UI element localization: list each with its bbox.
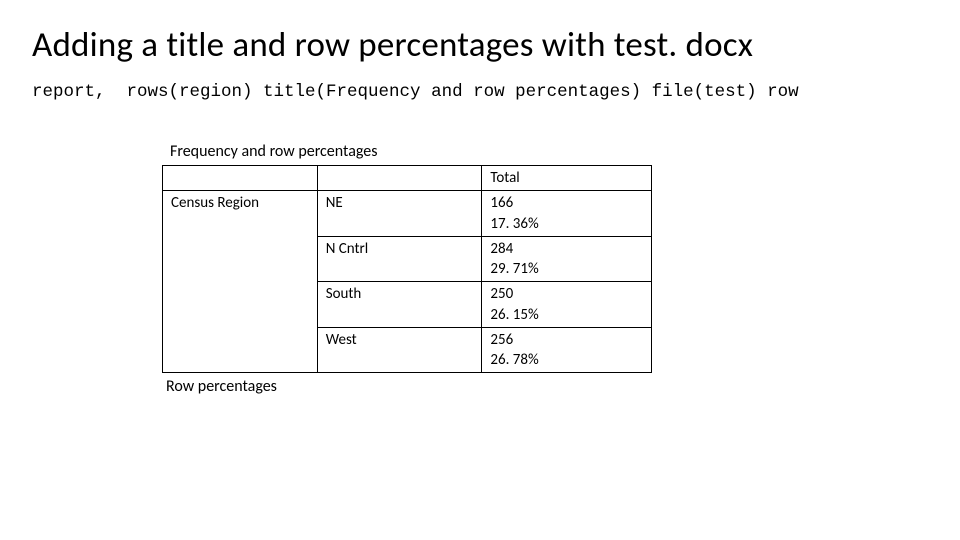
region-label: N Cntrl [317, 236, 482, 282]
region-values: 250 26. 15% [482, 282, 652, 328]
pct-value: 26. 15% [490, 306, 538, 324]
region-label: West [317, 327, 482, 373]
pct-value: 29. 71% [490, 260, 538, 278]
region-label: South [317, 282, 482, 328]
row-group-header: Census Region [163, 191, 318, 373]
region-values: 284 29. 71% [482, 236, 652, 282]
sub-header-blank [317, 166, 482, 191]
region-values: 256 26. 78% [482, 327, 652, 373]
region-label: NE [317, 191, 482, 237]
table-title: Frequency and row percentages [162, 142, 652, 161]
page-title: Adding a title and row percentages with … [32, 24, 928, 66]
count-value: 284 [490, 240, 513, 258]
table-row: Total [163, 166, 652, 191]
row-header-blank [163, 166, 318, 191]
count-value: 250 [490, 285, 513, 303]
table-footnote: Row percentages [162, 377, 652, 396]
pct-value: 17. 36% [490, 215, 538, 233]
count-value: 256 [490, 331, 513, 349]
pct-value: 26. 78% [490, 351, 538, 369]
total-header: Total [482, 166, 652, 191]
count-value: 166 [490, 194, 513, 212]
freq-table-block: Frequency and row percentages Total Cens… [162, 142, 652, 396]
command-line: report, rows(region) title(Frequency and… [32, 82, 928, 102]
freq-table: Total Census Region NE 166 17. 36% N Cnt… [162, 165, 652, 373]
region-values: 166 17. 36% [482, 191, 652, 237]
table-row: Census Region NE 166 17. 36% [163, 191, 652, 237]
